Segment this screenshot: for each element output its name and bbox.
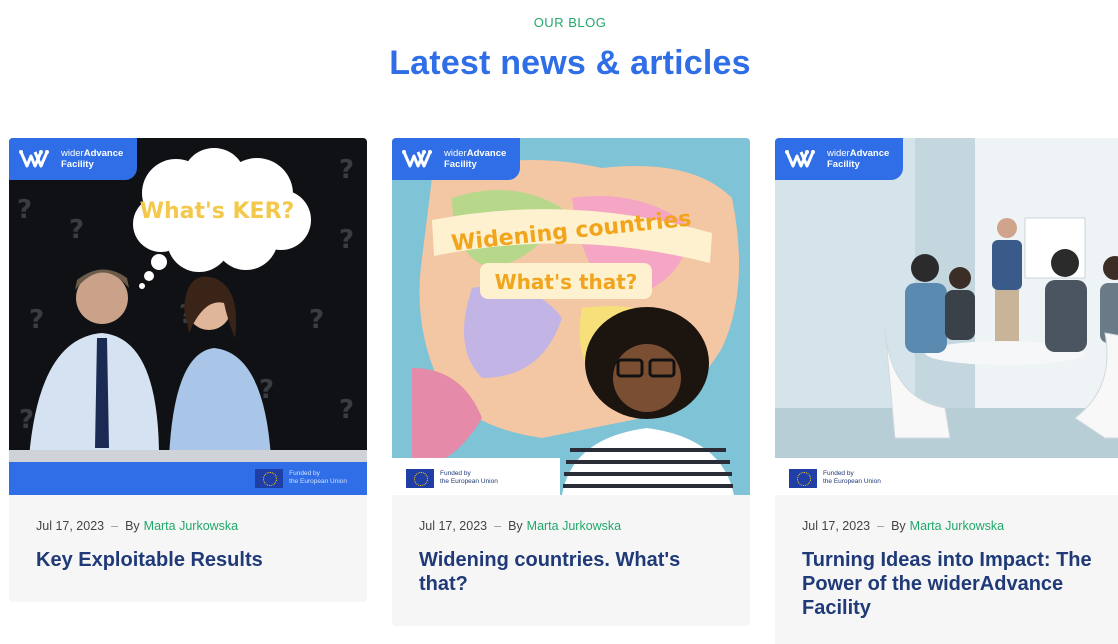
office-meeting-photo: [775, 138, 1118, 495]
eu-flag-icon: [406, 468, 434, 488]
map-subheadline: What's that?: [495, 270, 638, 294]
brand-logo-icon: [785, 150, 815, 168]
brand-logo-icon: [402, 150, 432, 168]
brand-logo-icon: [19, 150, 49, 168]
svg-text:?: ?: [339, 395, 354, 425]
by-label: By: [508, 519, 523, 533]
blog-card: ??? ??? ??? ??? What's KER?: [9, 138, 367, 602]
post-meta: Jul 17, 2023 – By Marta Jurkowska: [36, 519, 367, 533]
eu-funding-badge: Funded by the European Union: [775, 461, 1118, 495]
svg-text:?: ?: [17, 195, 32, 225]
eu-flag-icon: [255, 468, 284, 488]
svg-text:?: ?: [19, 405, 34, 435]
post-title[interactable]: Turning Ideas into Impact: The Power of …: [802, 548, 1115, 620]
by-label: By: [891, 519, 906, 533]
bubble-text: What's KER?: [140, 199, 295, 224]
post-thumbnail[interactable]: Widening countries What's that? widerAdv: [392, 138, 750, 495]
post-thumbnail[interactable]: ??? ??? ??? ??? What's KER?: [9, 138, 367, 495]
brand-badge: widerAdvance Facility: [775, 138, 903, 180]
svg-text:?: ?: [339, 225, 354, 255]
svg-text:?: ?: [309, 305, 324, 335]
post-meta: Jul 17, 2023 – By Marta Jurkowska: [802, 519, 1118, 533]
meta-separator: –: [494, 519, 502, 533]
post-title[interactable]: Widening countries. What's that?: [419, 548, 732, 596]
eu-flag-icon: [789, 468, 817, 488]
eu-funding-badge: Funded by the European Union: [9, 461, 367, 495]
author-link[interactable]: Marta Jurkowska: [527, 519, 621, 533]
brand-badge: widerAdvance Facility: [392, 138, 520, 180]
meta-separator: –: [111, 519, 119, 533]
brand-wordmark: widerAdvance Facility: [444, 148, 507, 170]
brand-badge: widerAdvance Facility: [9, 138, 137, 180]
svg-text:?: ?: [29, 305, 44, 335]
meta-separator: –: [877, 519, 885, 533]
svg-text:?: ?: [69, 215, 84, 245]
blog-card: widerAdvance Facility Funded by the Europ…: [775, 138, 1118, 644]
eu-funding-badge: Funded by the European Union: [392, 461, 750, 495]
author-link[interactable]: Marta Jurkowska: [910, 519, 1004, 533]
blog-card: Widening countries What's that? widerAdv: [392, 138, 750, 626]
post-title[interactable]: Key Exploitable Results: [36, 548, 349, 572]
author-link[interactable]: Marta Jurkowska: [144, 519, 238, 533]
post-thumbnail[interactable]: widerAdvance Facility Funded by the Europ…: [775, 138, 1118, 495]
post-date: Jul 17, 2023: [802, 519, 871, 533]
post-date: Jul 17, 2023: [419, 519, 488, 533]
blog-eyebrow: OUR BLOG: [533, 15, 607, 30]
section-heading: Latest news & articles: [389, 44, 751, 82]
by-label: By: [125, 519, 140, 533]
post-meta: Jul 17, 2023 – By Marta Jurkowska: [419, 519, 750, 533]
post-date: Jul 17, 2023: [36, 519, 105, 533]
svg-text:?: ?: [339, 155, 354, 185]
ker-illustration: ??? ??? ??? ??? What's KER?: [9, 138, 367, 495]
brand-wordmark: widerAdvance Facility: [827, 148, 890, 170]
brand-wordmark: widerAdvance Facility: [61, 148, 124, 170]
widening-countries-illustration: Widening countries What's that?: [392, 138, 750, 495]
